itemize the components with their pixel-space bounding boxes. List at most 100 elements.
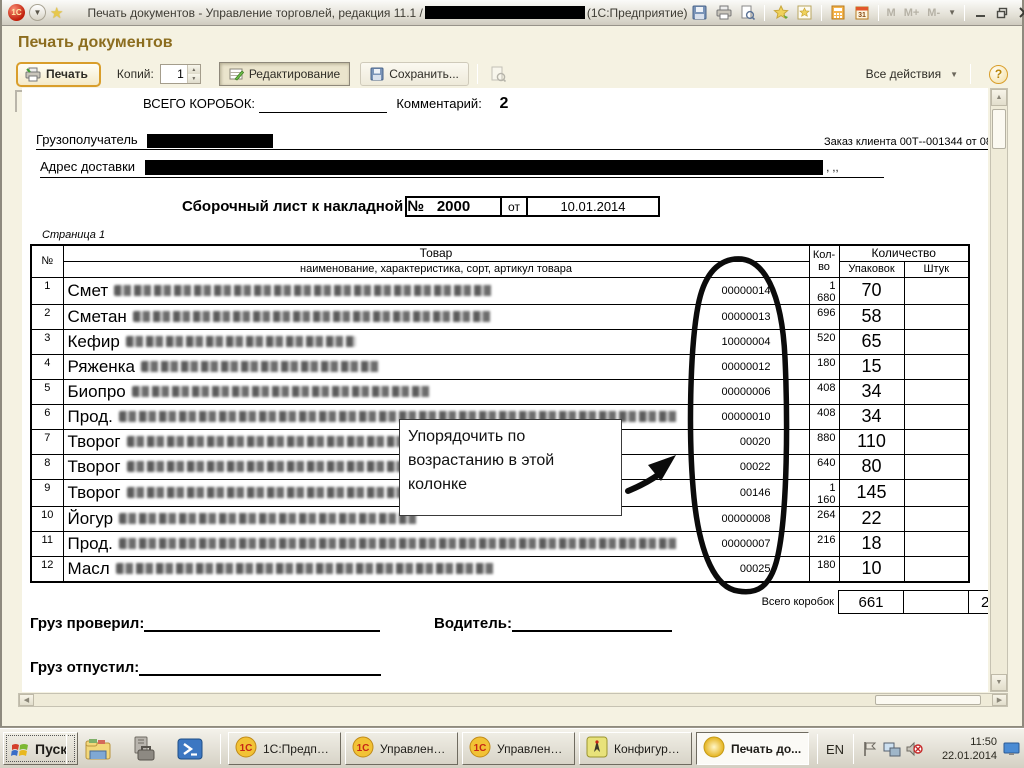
printer-icon	[25, 67, 41, 82]
powershell-icon[interactable]	[176, 735, 204, 763]
favorites-list-icon[interactable]	[795, 3, 815, 23]
language-indicator[interactable]: EN	[826, 729, 844, 768]
product-name: Творог	[68, 432, 121, 452]
total-partial-value: 2	[981, 594, 988, 611]
calculator-icon[interactable]	[828, 3, 848, 23]
qty-cell: 180	[809, 354, 839, 379]
save-button[interactable]: Сохранить...	[360, 62, 469, 86]
tray-network-icon[interactable]	[883, 740, 901, 758]
tray-flag-icon[interactable]	[861, 740, 879, 758]
col-header-quantity: Количество	[839, 245, 969, 261]
taskbar-button-1[interactable]: 1С1С:Предпри...	[228, 732, 341, 765]
vertical-scroll-thumb[interactable]	[992, 109, 1006, 149]
vertical-scrollbar[interactable]: ▲ ▼	[990, 88, 1008, 692]
packs-cell: 80	[839, 454, 904, 479]
print-button[interactable]: Печать	[16, 62, 101, 87]
cargo-checked-line: Груз проверил:	[30, 615, 380, 632]
copies-input[interactable]	[161, 65, 187, 83]
minimize-button[interactable]	[969, 4, 991, 22]
explorer-folder-icon[interactable]	[84, 735, 112, 763]
taskbar-button-5[interactable]: Печать до...	[696, 732, 809, 765]
memory-mplus-button[interactable]: M+	[904, 7, 920, 19]
packs-cell: 18	[839, 531, 904, 556]
memory-m-button[interactable]: M	[887, 7, 896, 19]
save-button-label: Сохранить...	[389, 67, 459, 81]
calendar-icon[interactable]: 31	[852, 3, 872, 23]
all-actions-chevron-icon: ▼	[950, 70, 958, 79]
admin-tools-icon[interactable]	[128, 735, 156, 763]
redacted-smudge	[133, 311, 493, 322]
command-bar: Печать Копий: ▲ ▼ Редактирование Сохрани…	[16, 60, 1008, 88]
col-header-num: №	[31, 245, 63, 277]
copies-up-button[interactable]: ▲	[188, 65, 200, 74]
restore-button[interactable]	[991, 4, 1013, 22]
start-button[interactable]: Пуск	[3, 732, 78, 765]
print-icon[interactable]	[714, 3, 734, 23]
address-line: Адрес доставки , ,,	[40, 159, 884, 178]
table-row: 3Кефир1000000452065	[31, 329, 969, 354]
pieces-cell	[904, 454, 969, 479]
taskbar-button-3[interactable]: 1СУправление...	[462, 732, 575, 765]
packs-cell: 70	[839, 277, 904, 304]
packs-cell: 145	[839, 479, 904, 506]
product-code: 00000012	[722, 361, 809, 373]
address-tail-marks: , ,,	[826, 162, 838, 174]
taskbar: Пуск 1С1С:Предпри...1СУправление...1СУпр…	[0, 728, 1024, 768]
taskbar-button-4[interactable]: Конфигурат...	[579, 732, 692, 765]
product-code: 00000007	[722, 538, 809, 550]
invoice-number-box: 2000 от 10.01.2014	[405, 196, 660, 217]
edit-toggle-button[interactable]: Редактирование	[219, 62, 350, 86]
memory-mminus-button[interactable]: M-	[927, 7, 940, 19]
taskbar-button-label: Управление...	[380, 742, 451, 756]
save-icon[interactable]	[690, 3, 710, 23]
svg-text:1С: 1С	[240, 743, 253, 754]
preview-icon[interactable]	[738, 3, 758, 23]
cargo-released-label: Груз отпустил:	[30, 659, 139, 676]
invoice-number: 2000	[405, 196, 502, 217]
pieces-cell	[904, 354, 969, 379]
windows-logo-icon	[10, 740, 30, 758]
packs-cell: 110	[839, 429, 904, 454]
help-button[interactable]: ?	[989, 65, 1008, 84]
pieces-cell	[904, 329, 969, 354]
row-number: 7	[31, 429, 63, 454]
add-favorite-icon[interactable]	[771, 3, 791, 23]
packs-cell: 65	[839, 329, 904, 354]
scroll-right-button[interactable]: ▶	[992, 694, 1007, 706]
favorites-star-icon[interactable]: ★	[50, 3, 63, 23]
product-code: 00000008	[722, 513, 809, 525]
copies-down-button[interactable]: ▼	[188, 74, 200, 83]
close-button[interactable]	[1013, 4, 1024, 22]
col-header-packs: Упаковок	[839, 261, 904, 277]
show-desktop-icon[interactable]	[1003, 742, 1021, 760]
qty-cell: 408	[809, 404, 839, 429]
packs-cell: 22	[839, 506, 904, 531]
product-name: Прод.	[68, 407, 113, 427]
screen: 1С ▼ ★ Печать документов - Управление то…	[0, 0, 1024, 768]
horizontal-scroll-thumb[interactable]	[875, 695, 981, 705]
qty-cell: 696	[809, 304, 839, 329]
taskbar-button-2[interactable]: 1СУправление...	[345, 732, 458, 765]
taskbar-button-label: Печать до...	[731, 742, 801, 756]
product-code: 00025	[740, 563, 809, 575]
app-window: 1С ▼ ★ Печать документов - Управление то…	[0, 0, 1024, 728]
table-row: 11Прод.0000000721618	[31, 531, 969, 556]
product-code: 00146	[740, 487, 809, 499]
all-actions-button[interactable]: Все действия ▼	[866, 67, 962, 81]
copies-label: Копий:	[117, 67, 154, 81]
scroll-up-button[interactable]: ▲	[991, 89, 1007, 106]
total-boxes-line: ВСЕГО КОРОБОК: Комментарий: 2	[143, 95, 508, 113]
redacted-bar	[425, 6, 585, 19]
horizontal-scrollbar[interactable]: ◀ ▶	[18, 693, 1008, 707]
scroll-down-button[interactable]: ▼	[991, 674, 1007, 691]
clock[interactable]: 11:50 22.01.2014	[925, 729, 997, 768]
toolbar-overflow-chevron-icon[interactable]: ▼	[948, 8, 956, 17]
product-name: Кефир	[68, 332, 120, 352]
copies-stepper[interactable]: ▲ ▼	[160, 64, 201, 84]
qty-cell: 880	[809, 429, 839, 454]
scroll-left-button[interactable]: ◀	[19, 694, 34, 706]
driver-line: Водитель:	[434, 615, 672, 632]
main-menu-button[interactable]: ▼	[29, 3, 46, 23]
packs-cell: 58	[839, 304, 904, 329]
tray-volume-muted-icon[interactable]	[905, 740, 923, 758]
